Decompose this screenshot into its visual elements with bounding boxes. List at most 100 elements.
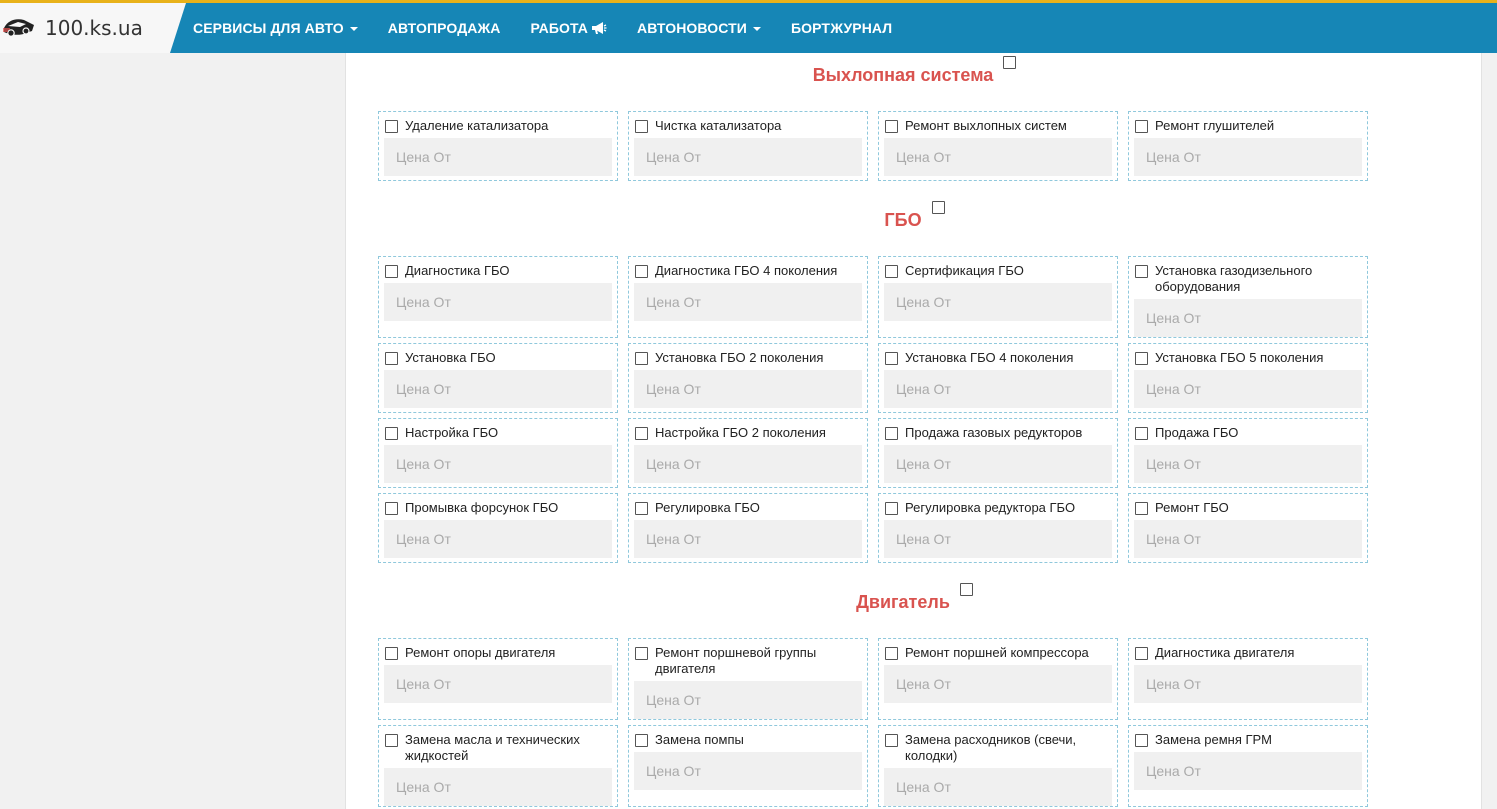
service-checkbox[interactable] [385, 427, 398, 440]
service-option[interactable]: Продажа газовых редукторов [884, 425, 1112, 441]
nav-item-1[interactable]: АВТОПРОДАЖА [388, 20, 501, 36]
service-option[interactable]: Ремонт ГБО [1134, 500, 1362, 516]
price-from-input[interactable]: Цена От [884, 520, 1112, 558]
service-checkbox[interactable] [635, 647, 648, 660]
service-checkbox[interactable] [635, 352, 648, 365]
price-from-input[interactable]: Цена От [884, 768, 1112, 806]
service-option[interactable]: Чистка катализатора [634, 118, 862, 134]
service-label: Установка ГБО 2 поколения [655, 350, 824, 365]
service-checkbox[interactable] [385, 647, 398, 660]
service-checkbox[interactable] [385, 120, 398, 133]
service-checkbox[interactable] [385, 734, 398, 747]
service-checkbox[interactable] [1135, 352, 1148, 365]
price-from-input[interactable]: Цена От [634, 138, 862, 176]
price-from-input[interactable]: Цена От [634, 681, 862, 719]
price-from-input[interactable]: Цена От [1134, 370, 1362, 408]
service-option[interactable]: Установка ГБО 2 поколения [634, 350, 862, 366]
service-option[interactable]: Сертификация ГБО [884, 263, 1112, 279]
service-option[interactable]: Замена расходников (свечи, колодки) [884, 732, 1112, 764]
service-card: Ремонт опоры двигателя Цена От [378, 638, 618, 720]
service-checkbox[interactable] [1135, 734, 1148, 747]
service-option[interactable]: Настройка ГБО 2 поколения [634, 425, 862, 441]
price-from-input[interactable]: Цена От [1134, 299, 1362, 337]
service-checkbox[interactable] [1135, 120, 1148, 133]
service-checkbox[interactable] [385, 502, 398, 515]
price-from-input[interactable]: Цена От [384, 283, 612, 321]
service-option[interactable]: Установка ГБО 4 поколения [884, 350, 1112, 366]
service-card: Продажа газовых редукторов Цена От [878, 418, 1118, 488]
service-option[interactable]: Диагностика ГБО 4 поколения [634, 263, 862, 279]
service-option[interactable]: Ремонт глушителей [1134, 118, 1362, 134]
nav-item-4[interactable]: БОРТЖУРНАЛ [791, 20, 892, 36]
section-title-text: ГБО [884, 209, 922, 230]
service-checkbox[interactable] [1135, 265, 1148, 278]
service-checkbox[interactable] [885, 265, 898, 278]
service-option[interactable]: Замена масла и технических жидкостей [384, 732, 612, 764]
price-from-input[interactable]: Цена От [384, 665, 612, 703]
service-option[interactable]: Продажа ГБО [1134, 425, 1362, 441]
price-from-input[interactable]: Цена От [634, 283, 862, 321]
price-from-input[interactable]: Цена От [1134, 665, 1362, 703]
service-option[interactable]: Замена помпы [634, 732, 862, 748]
nav-item-0[interactable]: СЕРВИСЫ ДЛЯ АВТО [193, 20, 358, 36]
service-checkbox[interactable] [885, 352, 898, 365]
price-from-input[interactable]: Цена От [884, 370, 1112, 408]
price-from-input[interactable]: Цена От [384, 520, 612, 558]
service-option[interactable]: Ремонт поршней компрессора [884, 645, 1112, 661]
service-label: Удаление катализатора [405, 118, 549, 133]
price-from-input[interactable]: Цена От [1134, 138, 1362, 176]
price-from-input[interactable]: Цена От [634, 445, 862, 483]
service-checkbox[interactable] [385, 265, 398, 278]
price-from-input[interactable]: Цена От [884, 138, 1112, 176]
price-from-input[interactable]: Цена От [384, 138, 612, 176]
service-checkbox[interactable] [1135, 427, 1148, 440]
price-from-input[interactable]: Цена От [384, 445, 612, 483]
service-option[interactable]: Регулировка ГБО [634, 500, 862, 516]
price-from-input[interactable]: Цена От [384, 370, 612, 408]
price-from-input[interactable]: Цена От [634, 370, 862, 408]
service-option[interactable]: Диагностика двигателя [1134, 645, 1362, 661]
price-from-input[interactable]: Цена От [1134, 752, 1362, 790]
service-option[interactable]: Настройка ГБО [384, 425, 612, 441]
price-from-input[interactable]: Цена От [634, 520, 862, 558]
service-checkbox[interactable] [635, 265, 648, 278]
service-label: Ремонт ГБО [1155, 500, 1229, 515]
service-card: Настройка ГБО 2 поколения Цена От [628, 418, 868, 488]
service-checkbox[interactable] [885, 502, 898, 515]
service-checkbox[interactable] [1135, 502, 1148, 515]
price-from-input[interactable]: Цена От [884, 665, 1112, 703]
service-checkbox[interactable] [885, 647, 898, 660]
service-option[interactable]: Ремонт выхлопных систем [884, 118, 1112, 134]
service-checkbox[interactable] [885, 427, 898, 440]
section-checkbox[interactable] [1003, 56, 1017, 69]
section-checkbox[interactable] [959, 583, 973, 596]
service-option[interactable]: Промывка форсунок ГБО [384, 500, 612, 516]
service-checkbox[interactable] [635, 734, 648, 747]
service-option[interactable]: Установка ГБО [384, 350, 612, 366]
service-checkbox[interactable] [635, 502, 648, 515]
service-checkbox[interactable] [885, 120, 898, 133]
service-option[interactable]: Удаление катализатора [384, 118, 612, 134]
section-checkbox[interactable] [931, 201, 945, 214]
nav-item-3[interactable]: АВТОНОВОСТИ [637, 20, 761, 36]
site-logo[interactable]: 100.ks.ua [0, 3, 186, 53]
nav-item-2[interactable]: РАБОТА [530, 20, 607, 36]
price-from-input[interactable]: Цена От [884, 445, 1112, 483]
service-option[interactable]: Диагностика ГБО [384, 263, 612, 279]
service-checkbox[interactable] [885, 734, 898, 747]
service-checkbox[interactable] [385, 352, 398, 365]
service-checkbox[interactable] [635, 120, 648, 133]
service-option[interactable]: Замена ремня ГРМ [1134, 732, 1362, 748]
price-from-input[interactable]: Цена От [1134, 520, 1362, 558]
price-from-input[interactable]: Цена От [884, 283, 1112, 321]
service-option[interactable]: Установка ГБО 5 поколения [1134, 350, 1362, 366]
service-checkbox[interactable] [635, 427, 648, 440]
service-option[interactable]: Установка газодизельного оборудования [1134, 263, 1362, 295]
service-checkbox[interactable] [1135, 647, 1148, 660]
service-option[interactable]: Регулировка редуктора ГБО [884, 500, 1112, 516]
service-option[interactable]: Ремонт поршневой группы двигателя [634, 645, 862, 677]
price-from-input[interactable]: Цена От [384, 768, 612, 806]
service-option[interactable]: Ремонт опоры двигателя [384, 645, 612, 661]
price-from-input[interactable]: Цена От [1134, 445, 1362, 483]
price-from-input[interactable]: Цена От [634, 752, 862, 790]
